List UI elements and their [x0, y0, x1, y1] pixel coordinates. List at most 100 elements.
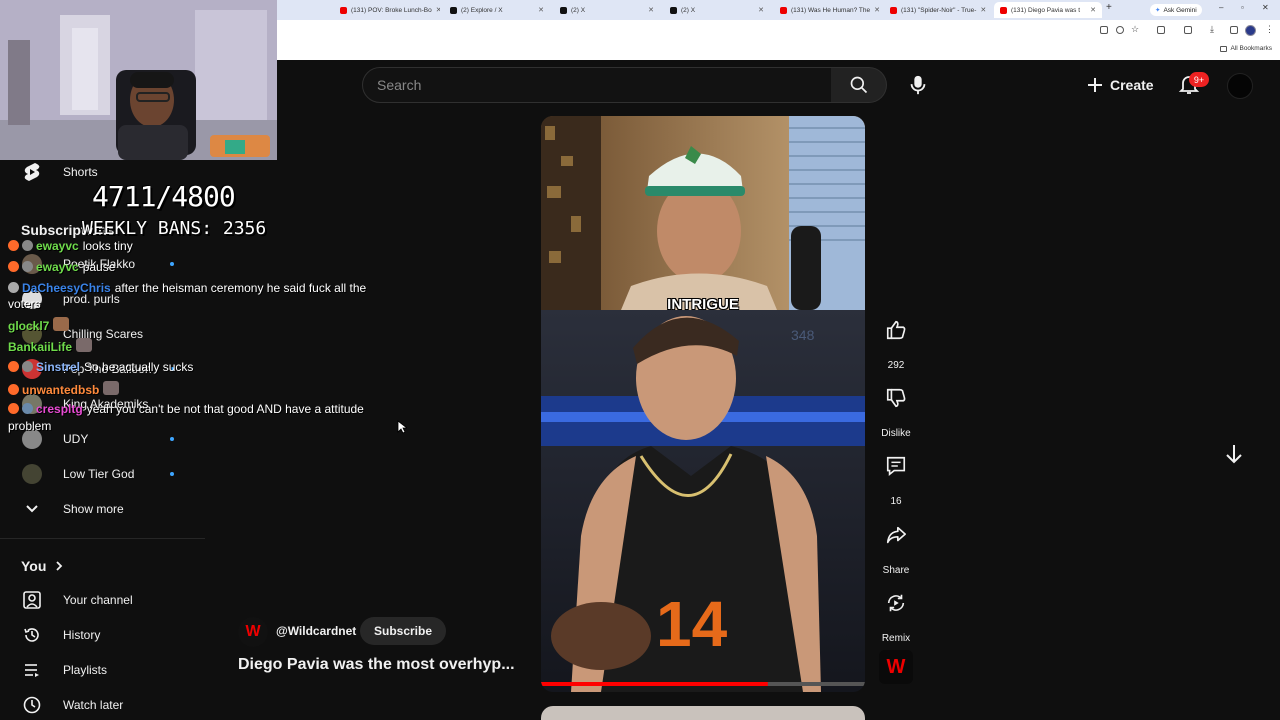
emote-icon [103, 381, 120, 395]
share-button[interactable]: Share [876, 515, 916, 576]
tab-title: (131) Diego Pavia was t [1011, 6, 1081, 14]
window-close-icon[interactable]: ✕ [1262, 3, 1269, 12]
account-icon [22, 590, 42, 610]
close-icon[interactable]: ✕ [534, 6, 544, 14]
youtube-icon [340, 6, 347, 14]
chat-username: crespltg [36, 402, 83, 416]
ask-gemini-label: Ask Gemini [1163, 6, 1197, 14]
youtube-icon [1000, 6, 1007, 14]
tab-search-icon[interactable] [1230, 26, 1238, 34]
close-icon[interactable]: ✕ [432, 6, 440, 14]
new-tab-icon[interactable]: + [1106, 2, 1112, 13]
you-section-heading[interactable]: You [21, 558, 64, 574]
you-label: You [21, 558, 47, 574]
search-button[interactable] [831, 67, 887, 103]
screen: (131) POV: Broke Lunch-Bo ✕ (2) Explore … [0, 0, 1280, 720]
chat-text: pause [82, 260, 116, 274]
browser-tab[interactable]: (2) Explore / X ✕ [444, 2, 550, 18]
remix-label: Remix [881, 633, 911, 644]
browser-tab[interactable]: (2) X ✕ [554, 2, 660, 18]
chat-badge-icon [8, 384, 19, 395]
download-icon[interactable]: ⤓ [1210, 24, 1214, 35]
browser-tab-active[interactable]: (131) Diego Pavia was t ✕ [994, 2, 1102, 18]
browser-tab[interactable]: (131) POV: Broke Lunch-Bo ✕ [334, 2, 440, 18]
chat-badge-icon [22, 240, 33, 251]
search-input[interactable]: Search [362, 67, 832, 103]
subscribe-button[interactable]: Subscribe [360, 617, 447, 645]
thumbs-down-icon [876, 378, 916, 418]
sidebar-channel[interactable]: Low Tier God [0, 459, 200, 489]
browser-tab[interactable]: (131) "Spider-Noir" - True- ✕ [884, 2, 990, 18]
browser-tab[interactable]: (2) X ✕ [664, 2, 770, 18]
thumbs-up-icon [876, 310, 916, 350]
sidebar-divider [0, 538, 205, 539]
like-button[interactable]: 292 [876, 310, 916, 371]
search-icon [850, 76, 867, 94]
folder-icon [1220, 45, 1228, 52]
close-icon[interactable]: ✕ [870, 6, 880, 14]
sidebar-item-watch-later[interactable]: Watch later [0, 690, 200, 720]
emote-icon [76, 338, 93, 352]
chat-username: Sinstrel [36, 360, 81, 374]
sidebar-item-your-channel[interactable]: Your channel [0, 585, 200, 615]
profile-icon[interactable] [1245, 25, 1256, 36]
chat-username: glockl7 [8, 319, 50, 333]
create-button[interactable]: Create [1086, 72, 1154, 98]
install-icon[interactable] [1100, 26, 1108, 34]
sidebar-item-history[interactable]: History [0, 620, 200, 650]
close-icon[interactable]: ✕ [976, 6, 986, 14]
voice-search-button[interactable] [900, 67, 936, 103]
x-icon [560, 6, 567, 14]
minimize-icon[interactable]: – [1219, 3, 1223, 12]
tab-title: (2) X [681, 6, 696, 14]
arrow-down-icon[interactable] [1222, 442, 1246, 466]
youtube-icon [780, 6, 787, 14]
browser-tab[interactable]: (131) Was He Human? The ✕ [774, 2, 880, 18]
youtube-icon [890, 6, 897, 14]
close-icon[interactable]: ✕ [754, 6, 764, 14]
x-icon [450, 6, 457, 14]
dislike-button[interactable]: Dislike [876, 378, 916, 439]
chat-message: unwantedbsb [8, 381, 122, 397]
new-content-dot [170, 262, 174, 266]
ask-gemini-button[interactable]: ✦ Ask Gemini [1150, 4, 1202, 16]
like-count: 292 [887, 360, 905, 371]
weekly-bans: WEEKLY BANS: 2356 [82, 218, 267, 239]
chat-message: ewayvc looks tiny [8, 239, 133, 253]
sidebar-item-label: Your channel [63, 593, 133, 607]
chat-username: ewayvc [36, 260, 79, 274]
channel-avatar[interactable]: W [238, 617, 268, 647]
extensions-icon[interactable] [1157, 26, 1165, 34]
close-icon[interactable]: ✕ [1086, 6, 1096, 14]
new-content-dot [170, 437, 174, 441]
comments-button[interactable]: 16 [876, 446, 916, 507]
tab-title: (131) "Spider-Noir" - True- [901, 6, 977, 14]
video-title[interactable]: Diego Pavia was the most overhyp... [238, 656, 515, 674]
audio-source-thumbnail[interactable]: W [879, 650, 913, 684]
comment-count: 16 [890, 496, 902, 507]
share-label: Share [882, 565, 910, 576]
show-more-label: Show more [63, 502, 124, 516]
short-video-player[interactable]: 348 14 INTRIGUE [541, 116, 865, 692]
close-icon[interactable]: ✕ [644, 6, 654, 14]
channel-avatar [22, 464, 42, 484]
sidebar-item-label: Playlists [63, 663, 108, 677]
sidebar-item-playlists[interactable]: Playlists [0, 655, 200, 685]
chat-message: BankaiiLife [8, 338, 95, 354]
x-icon [670, 6, 677, 14]
all-bookmarks[interactable]: All Bookmarks [1220, 45, 1272, 52]
microphone-icon [910, 75, 926, 95]
show-more-button[interactable]: Show more [0, 494, 200, 524]
gemini-icon: ✦ [1155, 7, 1161, 14]
chat-message: glockl7 [8, 317, 72, 333]
restore-icon[interactable]: ▫ [1241, 3, 1244, 12]
share-icon [876, 515, 916, 555]
next-short-preview[interactable] [541, 706, 865, 720]
star-icon[interactable]: ☆ [1131, 24, 1139, 35]
remix-button[interactable]: Remix [876, 583, 916, 644]
menu-icon[interactable]: ⋮ [1265, 24, 1274, 35]
avatar[interactable] [1227, 73, 1253, 99]
zoom-icon[interactable] [1116, 26, 1124, 34]
channel-handle[interactable]: @Wildcardnet [276, 624, 356, 638]
sidepanel-icon[interactable] [1184, 26, 1192, 34]
